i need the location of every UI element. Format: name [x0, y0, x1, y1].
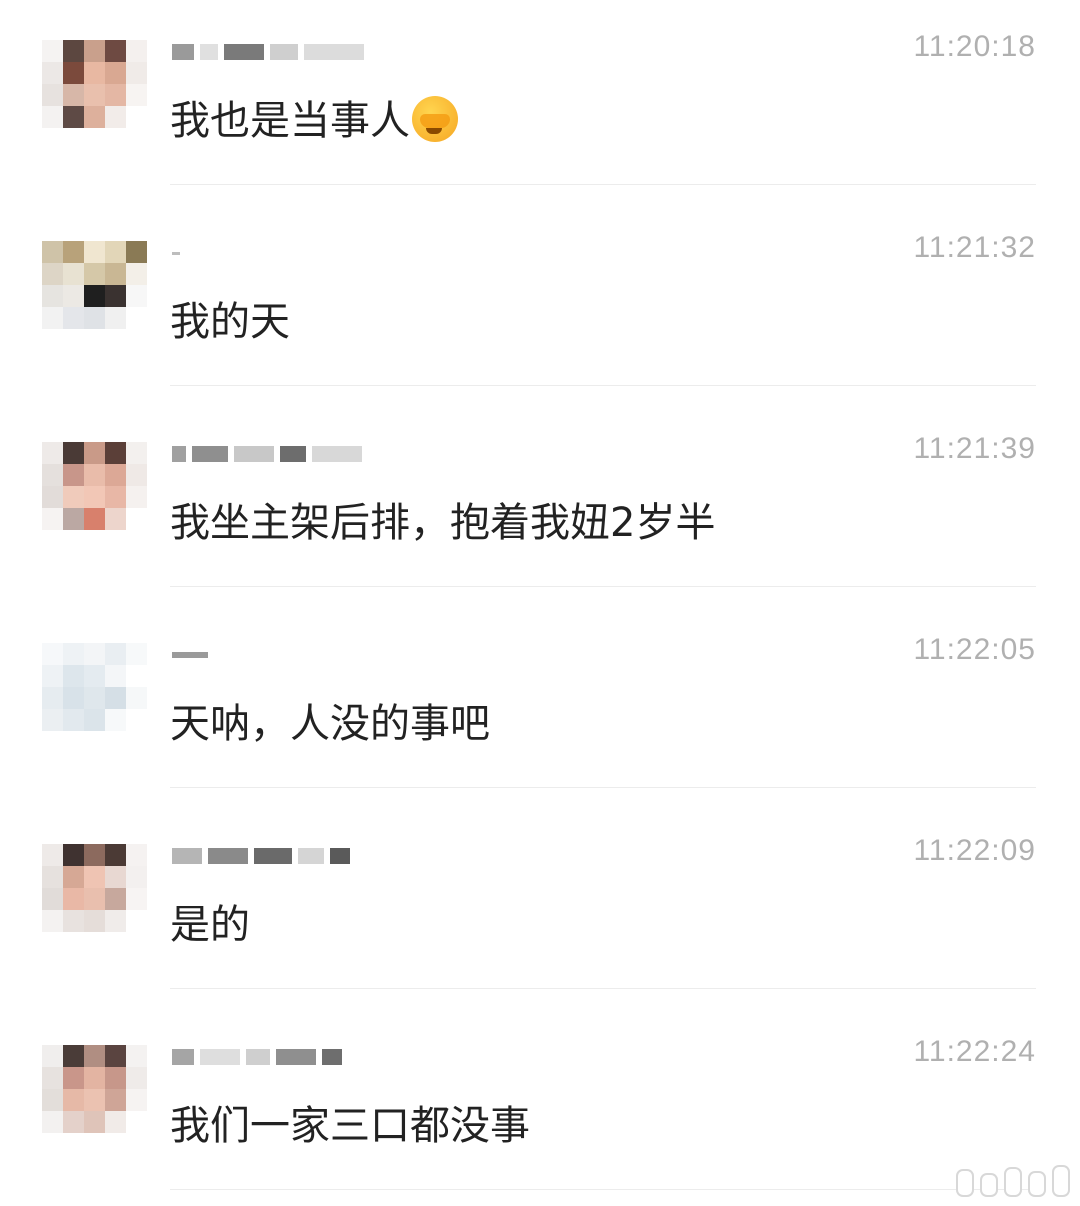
divider: [170, 184, 1036, 185]
chat-message[interactable]: 11:20:18 我也是当事人: [0, 0, 1080, 201]
chat-message[interactable]: 11:21:32 我的天: [0, 201, 1080, 402]
avatar[interactable]: [42, 442, 147, 530]
message-text: 我们一家三口都没事: [170, 1103, 530, 1149]
avatar[interactable]: [42, 241, 147, 329]
message-time: 11:20:18: [913, 30, 1036, 63]
message-time: 11:22:09: [913, 834, 1036, 867]
message-text: 是的: [170, 902, 250, 948]
sender-name: [172, 844, 350, 868]
chat-message[interactable]: 11:22:09 是的: [0, 804, 1080, 1005]
face-palm-emoji-icon: [412, 96, 458, 142]
message-text: 我也是当事人: [170, 88, 458, 146]
avatar[interactable]: [42, 643, 147, 731]
avatar[interactable]: [42, 1045, 147, 1133]
sender-name: [172, 241, 180, 265]
message-text: 我的天: [170, 299, 290, 345]
message-time: 11:22:05: [913, 633, 1036, 666]
avatar[interactable]: [42, 844, 147, 932]
message-time: 11:22:24: [913, 1035, 1036, 1068]
watermark-logo: [956, 1165, 1070, 1197]
avatar[interactable]: [42, 40, 147, 128]
divider: [170, 1189, 1036, 1190]
divider: [170, 787, 1036, 788]
sender-name: [172, 1045, 342, 1069]
message-text: 天呐，人没的事吧: [170, 701, 490, 747]
message-text: 我坐主架后排，抱着我妞2岁半: [170, 500, 716, 546]
divider: [170, 385, 1036, 386]
chat-message[interactable]: 11:22:05 天呐，人没的事吧: [0, 603, 1080, 804]
sender-name: [172, 40, 364, 64]
divider: [170, 586, 1036, 587]
chat-message[interactable]: 11:22:24 我们一家三口都没事: [0, 1005, 1080, 1206]
sender-name: [172, 442, 362, 466]
message-time: 11:21:39: [913, 432, 1036, 465]
chat-message[interactable]: 11:21:39 我坐主架后排，抱着我妞2岁半: [0, 402, 1080, 603]
message-time: 11:21:32: [913, 231, 1036, 264]
divider: [170, 988, 1036, 989]
sender-name: [172, 643, 208, 667]
